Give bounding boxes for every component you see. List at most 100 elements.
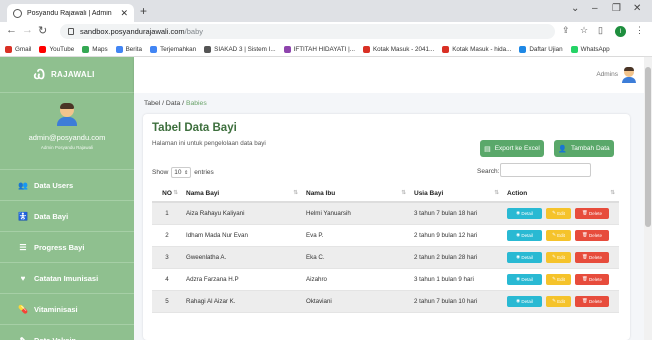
column-header-label: NO <box>162 189 172 197</box>
cell-no: 2 <box>152 224 182 247</box>
bookmark-icon <box>39 45 47 53</box>
sidebar-item-data-vaksin[interactable]: ✎ Data Vaksin <box>0 325 134 340</box>
detail-button[interactable]: ◉ Detail <box>507 273 542 285</box>
profile-role: Admin Posyandu Rajawali <box>40 145 94 150</box>
delete-label: Delete <box>588 276 602 282</box>
sidebar: Ꮗ RAJAWALI admin@posyandu.com Admin Posy… <box>0 57 134 340</box>
baby-icon: 🚼 <box>18 211 28 221</box>
edit-button[interactable]: ✎ Edit <box>546 229 571 241</box>
profile-email: admin@posyandu.com <box>28 133 106 142</box>
cell-nama-bayi: Rahagi Al Aizar K. <box>182 290 302 313</box>
cell-nama-ibu: Aizahro <box>302 268 410 291</box>
scrollbar-thumb[interactable] <box>645 67 651 227</box>
tab-close-icon[interactable]: ✕ <box>120 8 128 19</box>
maximize-icon[interactable]: ❐ <box>612 3 621 14</box>
bookmark-item[interactable]: YouTube <box>39 45 74 53</box>
delete-button[interactable]: 🗑 Delete <box>575 295 609 307</box>
edit-button[interactable]: ✎ Edit <box>546 207 571 219</box>
brand[interactable]: Ꮗ RAJAWALI <box>0 57 134 93</box>
page-subtitle: Halaman ini untuk pengelolaan data bayi <box>152 140 266 147</box>
bookmark-item[interactable]: Gmail <box>5 45 31 53</box>
babies-table: NO ⇅ Nama Bayi ⇅ Nama Ibu ⇅ Usia Bayi ⇅ Action ⇅ … <box>152 185 619 313</box>
bookmark-item[interactable]: Kotak Masuk - 2041... <box>362 45 434 53</box>
breadcrumb-path: Tabel / Data / <box>144 100 186 107</box>
sidebar-item-label: Data Bayi <box>34 211 69 221</box>
tab-search-icon[interactable]: ⌄ <box>571 3 579 14</box>
add-data-button[interactable]: 👤 Tambah Data <box>554 140 614 157</box>
bookmark-icon <box>442 45 450 53</box>
brand-name: RAJAWALI <box>50 70 95 79</box>
entries-select-value: 10 <box>174 169 182 176</box>
profile-avatar-icon[interactable]: I <box>615 26 626 37</box>
lock-icon <box>68 28 74 35</box>
sort-icon: ⇅ <box>173 190 178 196</box>
column-header[interactable]: Action ⇅ <box>503 185 619 203</box>
page-scrollbar[interactable] <box>644 57 652 340</box>
table-row: 1 Aiza Rahayu Kaliyani Helmi Yanuarsih 3 ta… <box>152 202 619 225</box>
bookmark-item[interactable]: IFTITAH HIDAYATI |... <box>283 45 355 53</box>
bookmark-item[interactable]: SIAKAD 3 | Sistem I... <box>204 45 276 53</box>
edit-button[interactable]: ✎ Edit <box>546 251 571 263</box>
column-header[interactable]: NO ⇅ <box>152 185 182 203</box>
address-bar[interactable]: sandbox.posyandurajawali.com/baby <box>60 24 555 39</box>
bookmark-icon <box>570 45 578 53</box>
bookmark-item[interactable]: Terjemahkan <box>150 45 196 53</box>
chrome-menu-icon[interactable]: ⋮ <box>635 25 644 36</box>
column-header-label: Nama Bayi <box>186 189 220 197</box>
sidebar-item-label: Catatan Imunisasi <box>34 273 99 283</box>
column-header[interactable]: Nama Ibu ⇅ <box>302 185 410 203</box>
trash-icon: 🗑 <box>582 254 589 259</box>
edit-button[interactable]: ✎ Edit <box>546 295 571 307</box>
detail-button[interactable]: ◉ Detail <box>507 295 542 307</box>
column-header[interactable]: Nama Bayi ⇅ <box>182 185 302 203</box>
reload-icon[interactable]: ↻ <box>38 24 47 37</box>
bookmark-item[interactable]: Maps <box>82 45 108 53</box>
bookmark-icon <box>115 45 123 53</box>
delete-button[interactable]: 🗑 Delete <box>575 207 609 219</box>
topbar: Admins <box>134 57 644 93</box>
sidebar-item-data-users[interactable]: 👥 Data Users <box>0 170 134 201</box>
search-input[interactable] <box>500 163 591 177</box>
minimize-icon[interactable]: – <box>592 3 598 14</box>
eagle-logo-icon: Ꮗ <box>34 66 45 82</box>
bookmark-item[interactable]: WhatsApp <box>570 45 610 53</box>
bookmark-star-icon[interactable]: ☆ <box>580 25 588 36</box>
back-icon[interactable]: ← <box>6 24 17 36</box>
sidebar-item-data-bayi[interactable]: 🚼 Data Bayi <box>0 201 134 232</box>
edit-label: Edit <box>557 210 565 216</box>
bookmark-icon <box>362 45 370 53</box>
delete-button[interactable]: 🗑 Delete <box>575 251 609 263</box>
window-close-icon[interactable]: ✕ <box>633 3 641 14</box>
browser-tab[interactable]: Posyandu Rajawali | Admin ✕ <box>7 4 134 22</box>
sidepanel-icon[interactable]: ▯ <box>598 25 603 36</box>
bookmark-item[interactable]: Kotak Masuk - hida... <box>442 45 511 53</box>
topbar-user-name[interactable]: Admins <box>596 71 618 78</box>
table-row: 2 Idham Mada Nur Evan Eva P. 2 tahun 9 bula… <box>152 224 619 247</box>
edit-button[interactable]: ✎ Edit <box>546 273 571 285</box>
sidebar-item-vitaminisasi[interactable]: 💊 Vitaminisasi <box>0 294 134 325</box>
bookmarks-bar: Gmail YouTube Maps Berita Terjemahkan SIAKAD … <box>0 42 652 57</box>
share-icon[interactable]: ⇪ <box>562 25 570 36</box>
forward-icon[interactable]: → <box>22 24 33 36</box>
cell-nama-ibu: Eva P. <box>302 224 410 247</box>
new-tab-icon[interactable]: + <box>140 4 147 18</box>
bookmark-item[interactable]: Daftar Ujian <box>519 45 563 53</box>
delete-button[interactable]: 🗑 Delete <box>575 273 609 285</box>
cell-nama-bayi: Adzra Farzana H.P <box>182 268 302 291</box>
table-body: 1 Aiza Rahayu Kaliyani Helmi Yanuarsih 3 ta… <box>152 202 619 313</box>
export-excel-button[interactable]: ▤ Export ke Excel <box>480 140 544 157</box>
detail-button[interactable]: ◉ Detail <box>507 207 542 219</box>
bookmark-item[interactable]: Berita <box>115 45 142 53</box>
cell-usia-bayi: 3 tahun 7 bulan 18 hari <box>410 202 503 225</box>
delete-label: Delete <box>588 254 602 260</box>
column-header[interactable]: Usia Bayi ⇅ <box>410 185 503 203</box>
sidebar-item-progress-bayi[interactable]: ☰ Progress Bayi <box>0 232 134 263</box>
sidebar-item-catatan-imunisasi[interactable]: ♥ Catatan Imunisasi <box>0 263 134 294</box>
delete-button[interactable]: 🗑 Delete <box>575 229 609 241</box>
detail-label: Detail <box>521 210 533 216</box>
breadcrumb-active[interactable]: Babies <box>186 100 207 107</box>
detail-button[interactable]: ◉ Detail <box>507 229 542 241</box>
detail-button[interactable]: ◉ Detail <box>507 251 542 263</box>
entries-select[interactable]: 10 ⇕ <box>171 167 192 178</box>
topbar-avatar[interactable] <box>622 67 636 83</box>
